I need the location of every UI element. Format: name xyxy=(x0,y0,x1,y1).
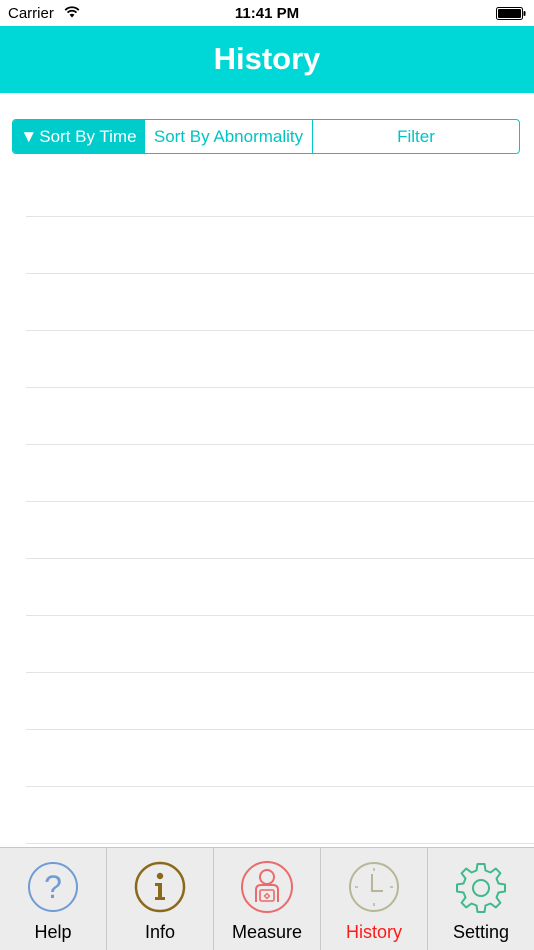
triangle-down-icon: ▼ xyxy=(20,126,38,146)
battery-icon xyxy=(496,7,526,20)
row-separator xyxy=(26,501,534,502)
row-separator xyxy=(26,273,534,274)
row-separator xyxy=(26,330,534,331)
tab-info[interactable]: Info xyxy=(107,848,214,950)
status-time: 11:41 PM xyxy=(234,5,300,22)
measure-person-icon xyxy=(241,861,293,913)
tab-label: Help xyxy=(34,922,72,942)
row-separator xyxy=(26,387,534,388)
tab-history[interactable]: History xyxy=(321,848,428,950)
tab-bar: ? Help Info Measure History Setting xyxy=(0,847,534,950)
row-separator xyxy=(26,615,534,616)
app-screen: Carrier 11:41 PM History ▼ Sort By Time S… xyxy=(0,0,534,950)
tab-measure[interactable]: Measure xyxy=(214,848,321,950)
gear-icon xyxy=(456,863,506,913)
question-icon: ? xyxy=(28,862,78,912)
status-bar: Carrier 11:41 PM xyxy=(0,0,534,26)
page-title: History xyxy=(213,41,321,76)
row-separator xyxy=(26,444,534,445)
segment-sort-by-abnormality[interactable]: Sort By Abnormality xyxy=(145,120,313,153)
svg-text:?: ? xyxy=(44,869,62,905)
tab-label: Info xyxy=(144,922,176,942)
segment-sort-by-time[interactable]: ▼ Sort By Time xyxy=(13,120,145,153)
segment-label: Filter xyxy=(397,126,435,146)
sort-segmented-control: ▼ Sort By Time Sort By Abnormality Filter xyxy=(12,119,520,154)
tab-setting[interactable]: Setting xyxy=(428,848,534,950)
tab-label: Measure xyxy=(231,922,303,942)
tab-help[interactable]: ? Help xyxy=(0,848,107,950)
row-separator xyxy=(26,729,534,730)
history-list[interactable] xyxy=(0,159,534,847)
segment-label: Sort By Abnormality xyxy=(153,126,304,146)
row-separator xyxy=(26,216,534,217)
nav-bar: History xyxy=(0,26,534,93)
tab-label: History xyxy=(345,922,402,942)
segment-filter[interactable]: Filter xyxy=(313,120,519,153)
row-separator xyxy=(26,672,534,673)
row-separator xyxy=(26,558,534,559)
info-icon xyxy=(134,861,186,913)
row-separator xyxy=(26,786,534,787)
tab-label: Setting xyxy=(452,922,510,942)
clock-icon xyxy=(349,862,399,912)
row-separator xyxy=(26,843,534,844)
segment-label: Sort By Time xyxy=(39,126,137,146)
